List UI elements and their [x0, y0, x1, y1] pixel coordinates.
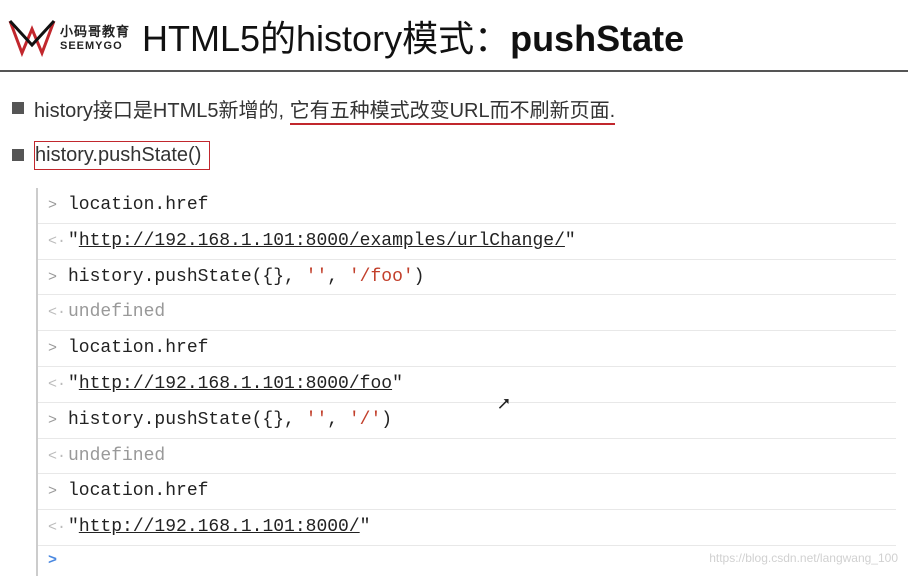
logo: 小码哥教育 SEEMYGO: [8, 15, 130, 57]
console-code: location.href: [68, 334, 208, 363]
console-code: "http://192.168.1.101:8000/foo": [68, 370, 403, 399]
console-row: <· undefined: [38, 295, 896, 331]
bullet-2: history.pushState(): [12, 141, 896, 170]
console-row: <· "http://192.168.1.101:8000/examples/u…: [38, 224, 896, 260]
console-code: history.pushState({}, '', '/'): [68, 406, 392, 435]
console-row: > location.href: [38, 474, 896, 510]
console-link: http://192.168.1.101:8000/examples/urlCh…: [79, 231, 565, 251]
bullet-1-text: history接口是HTML5新增的, 它有五种模式改变URL而不刷新页面.: [34, 94, 615, 123]
chevron-left-icon: <·: [48, 373, 68, 397]
console-row: > location.href: [38, 188, 896, 224]
console-output: > location.href <· "http://192.168.1.101…: [36, 188, 896, 576]
chevron-right-icon: >: [48, 194, 68, 218]
console-row: > history.pushState({}, '', '/'): [38, 403, 896, 439]
console-row: > history.pushState({}, '', '/foo'): [38, 260, 896, 296]
watermark: https://blog.csdn.net/langwang_100: [709, 551, 898, 565]
console-code: location.href: [68, 191, 208, 220]
console-code: location.href: [68, 477, 208, 506]
chevron-left-icon: <·: [48, 445, 68, 469]
chevron-left-icon: <·: [48, 516, 68, 540]
page-title: HTML5的history模式：pushState: [142, 10, 684, 62]
bullet-1: history接口是HTML5新增的, 它有五种模式改变URL而不刷新页面.: [12, 94, 896, 123]
logo-text: 小码哥教育 SEEMYGO: [60, 21, 130, 52]
chevron-right-icon: >: [48, 480, 68, 504]
bullet-marker-icon: [12, 102, 24, 114]
console-row: > location.href: [38, 331, 896, 367]
chevron-right-icon: >: [48, 266, 68, 290]
console-link: http://192.168.1.101:8000/: [79, 517, 360, 537]
logo-en: SEEMYGO: [60, 40, 130, 52]
console-code: "http://192.168.1.101:8000/": [68, 513, 370, 542]
console-code: "http://192.168.1.101:8000/examples/urlC…: [68, 227, 576, 256]
slide-header: 小码哥教育 SEEMYGO HTML5的history模式：pushState: [0, 0, 908, 72]
console-code: history.pushState({}, '', '/foo'): [68, 263, 424, 292]
chevron-right-icon: >: [48, 409, 68, 433]
console-undefined: undefined: [68, 298, 165, 327]
bullet-2-text: history.pushState(): [34, 141, 210, 170]
chevron-right-icon: >: [48, 337, 68, 361]
chevron-left-icon: <·: [48, 230, 68, 254]
content: history接口是HTML5新增的, 它有五种模式改变URL而不刷新页面. h…: [0, 72, 908, 576]
bullet-2-box: history.pushState(): [34, 141, 210, 170]
chevron-left-icon: <·: [48, 301, 68, 325]
console-row: <· "http://192.168.1.101:8000/": [38, 510, 896, 546]
title-prefix: HTML5的history模式：: [142, 18, 510, 59]
console-row: <· "http://192.168.1.101:8000/foo": [38, 367, 896, 403]
bullet-1-underlined: 它有五种模式改变URL而不刷新页面.: [290, 100, 616, 125]
chevron-right-icon: >: [48, 549, 68, 573]
console-link: http://192.168.1.101:8000/foo: [79, 374, 392, 394]
console-undefined: undefined: [68, 442, 165, 471]
logo-cn: 小码哥教育: [60, 21, 130, 40]
bullet-marker-icon: [12, 149, 24, 161]
logo-mark-icon: [8, 15, 56, 57]
bullet-1-plain: history接口是HTML5新增的,: [34, 100, 290, 122]
console-row: <· undefined: [38, 439, 896, 475]
title-bold: pushState: [510, 18, 684, 59]
